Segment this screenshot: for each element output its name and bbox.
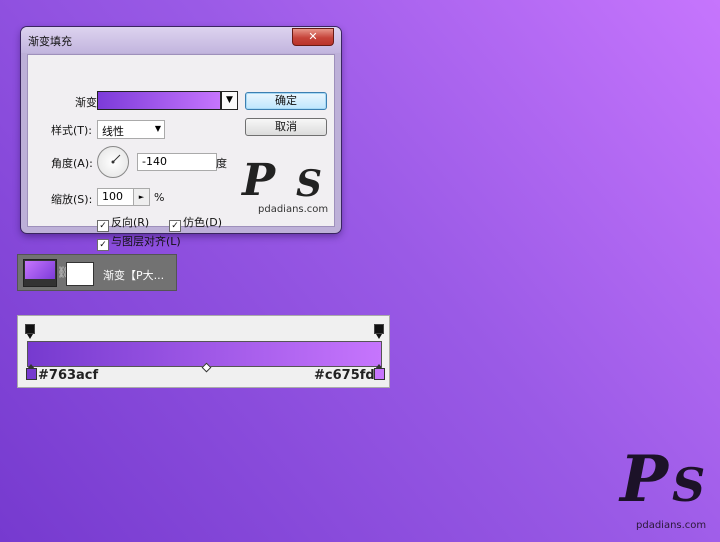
opacity-stop-right[interactable] <box>374 324 384 339</box>
chevron-down-icon: ▼ <box>226 95 233 105</box>
ps-logo-s-icon: S <box>296 163 322 205</box>
align-with-layer-checkbox[interactable]: ✓ 与图层对齐(L) <box>97 233 181 251</box>
corner-watermark-site: pdadians.com <box>636 520 707 531</box>
gradient-editor: #763acf #c675fd <box>17 315 390 388</box>
scale-input[interactable]: 100 <box>97 188 137 206</box>
ok-button[interactable]: 确定 <box>245 92 327 110</box>
degree-unit: 度 <box>216 157 227 170</box>
checkmark-icon: ✓ <box>169 220 181 232</box>
dialog-titlebar[interactable]: 渐变填充 ✕ <box>21 27 341 53</box>
style-select[interactable]: 线性 ▼ <box>97 120 165 139</box>
reverse-label: 反向(R) <box>111 216 150 229</box>
angle-label: 角度(A): <box>51 157 93 170</box>
ps-logo-icon: P <box>242 155 276 206</box>
angle-input[interactable]: -140 <box>137 153 217 171</box>
gradient-thumbnail-icon <box>25 261 55 279</box>
ps-logo-s-icon: S <box>672 458 706 512</box>
left-color-hex: #763acf <box>38 368 99 383</box>
dither-checkbox[interactable]: ✓ 仿色(D) <box>169 214 222 232</box>
chevron-right-icon: ► <box>138 193 145 201</box>
chevron-down-icon: ▼ <box>154 124 161 133</box>
close-icon: ✕ <box>308 30 318 43</box>
ps-logo-icon: P <box>620 442 669 517</box>
layer-mask-thumbnail[interactable] <box>66 262 94 286</box>
reverse-checkbox[interactable]: ✓ 反向(R) <box>97 214 149 232</box>
style-label: 样式(T): <box>51 124 93 137</box>
scale-label: 缩放(S): <box>51 193 93 206</box>
watermark-site: pdadians.com <box>258 204 329 215</box>
dialog-body: 渐变: ▼ 确定 取消 样式(T): 线性 ▼ 角度(A): -140 度 缩放… <box>27 54 335 251</box>
gradient-fill-dialog: 渐变填充 ✕ 渐变: ▼ 确定 取消 样式(T): 线性 ▼ 角度(A): -1… <box>21 27 341 251</box>
gradient-layer-thumbnail[interactable] <box>23 259 57 287</box>
checkmark-icon: ✓ <box>97 220 109 232</box>
checkmark-icon: ✓ <box>97 239 109 251</box>
close-button[interactable]: ✕ <box>292 28 334 46</box>
color-stop-right[interactable] <box>374 364 385 380</box>
layer-name: 渐变【P大... <box>103 269 165 282</box>
angle-needle-icon <box>111 154 121 164</box>
style-select-value: 线性 <box>102 125 124 138</box>
opacity-stop-left[interactable] <box>25 324 35 339</box>
angle-dial[interactable] <box>97 146 129 178</box>
color-stop-left[interactable] <box>26 364 37 380</box>
align-with-layer-label: 与图层对齐(L) <box>111 235 181 248</box>
dither-label: 仿色(D) <box>183 216 223 229</box>
percent-unit: % <box>154 191 165 204</box>
gradient-picker-dropdown[interactable]: ▼ <box>221 91 238 110</box>
scale-slider-toggle[interactable]: ► <box>133 188 150 206</box>
gradient-preview-swatch[interactable] <box>97 91 221 110</box>
cancel-button[interactable]: 取消 <box>245 118 327 136</box>
dialog-title: 渐变填充 <box>28 35 72 48</box>
right-color-hex: #c675fd <box>314 368 375 383</box>
layer-row[interactable]: ⛓ 渐变【P大... <box>17 254 177 291</box>
